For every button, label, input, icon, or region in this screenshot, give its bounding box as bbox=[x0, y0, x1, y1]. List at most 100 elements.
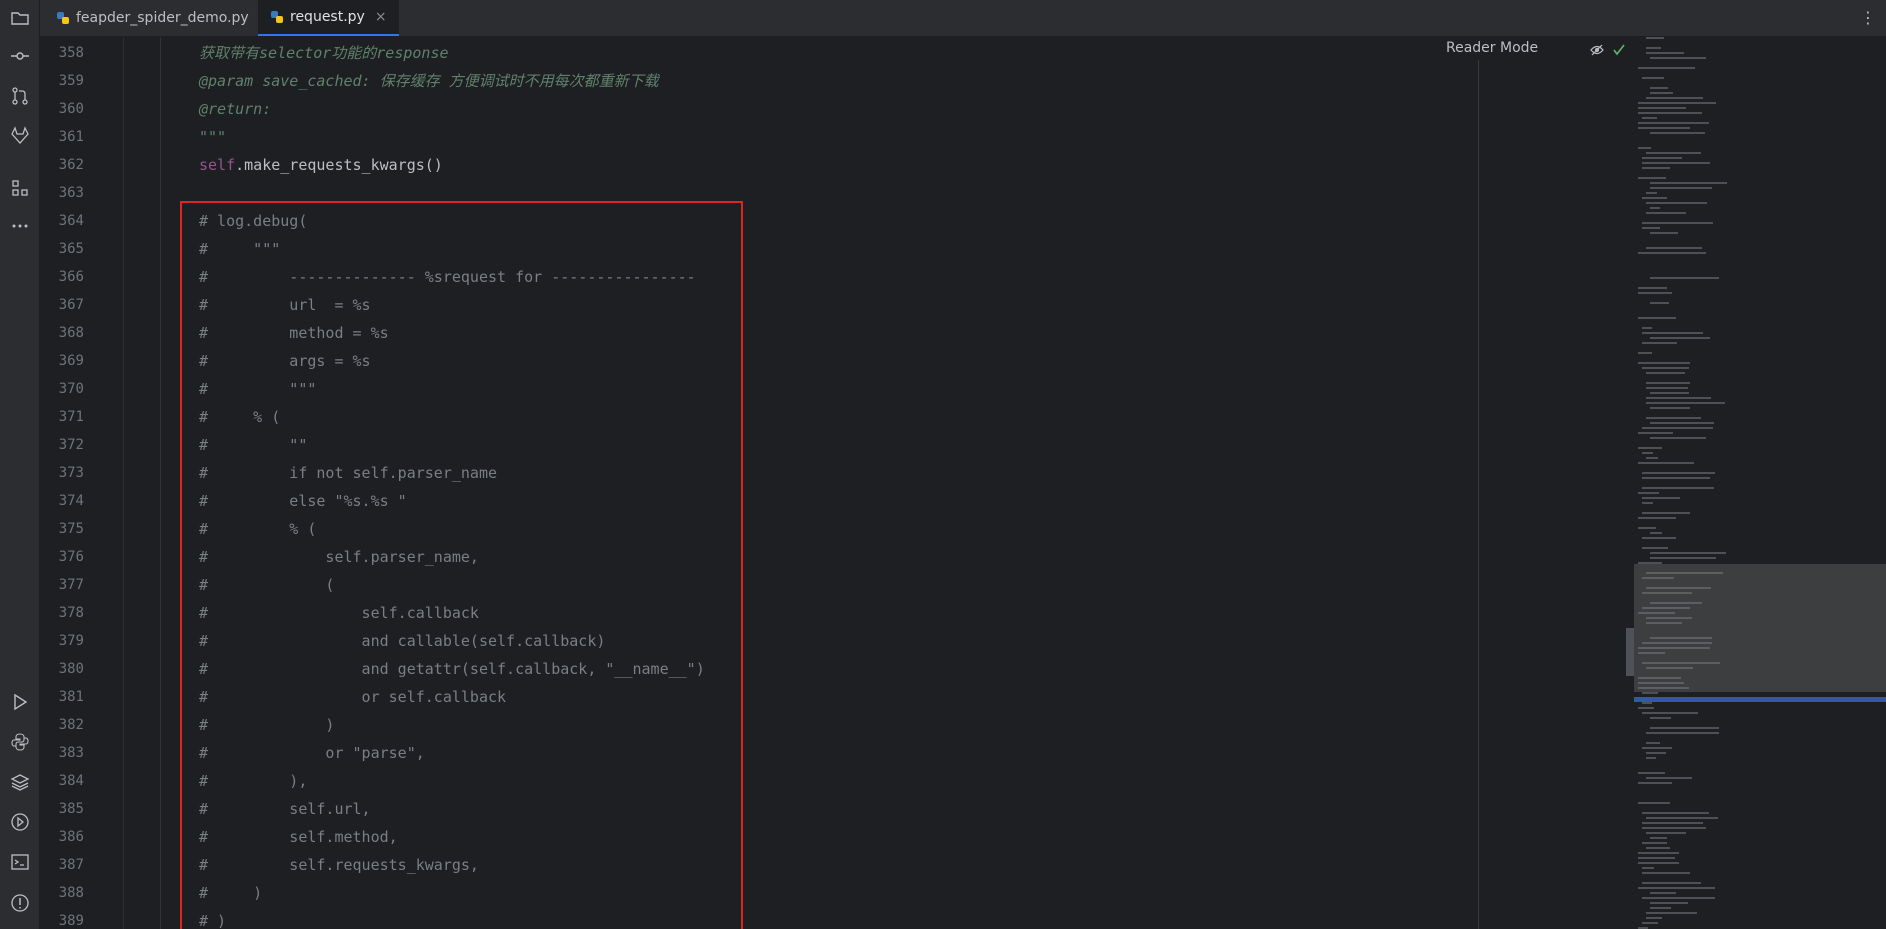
line-number: 378 bbox=[58, 605, 84, 621]
minimap-row bbox=[1638, 492, 1659, 494]
code-token: 获取带有 bbox=[199, 44, 260, 62]
minimap-row bbox=[1650, 552, 1726, 554]
minimap-row bbox=[1646, 757, 1656, 759]
code-line[interactable]: 359 @param save_cached: 保存缓存 方便调试时不用每次都重新… bbox=[40, 67, 1480, 95]
line-number: 366 bbox=[58, 269, 84, 285]
problems-icon[interactable] bbox=[8, 891, 32, 915]
minimap[interactable] bbox=[1634, 37, 1886, 929]
line-number: 369 bbox=[58, 353, 84, 369]
line-number: 386 bbox=[58, 829, 84, 845]
minimap-row bbox=[1638, 127, 1690, 129]
minimap-row bbox=[1638, 362, 1690, 364]
run-icon[interactable] bbox=[8, 690, 32, 714]
minimap-row bbox=[1642, 547, 1668, 549]
more-options-icon[interactable]: ⋮ bbox=[1860, 8, 1876, 27]
minimap-row bbox=[1650, 337, 1710, 339]
code-line[interactable]: 358 获取带有selector功能的response bbox=[40, 39, 1480, 67]
minimap-row bbox=[1642, 367, 1689, 369]
code-line[interactable]: 362 self.make_requests_kwargs() bbox=[40, 151, 1480, 179]
folder-icon[interactable] bbox=[8, 6, 32, 30]
inspection-widget[interactable] bbox=[1590, 43, 1626, 57]
code-token: response bbox=[376, 44, 449, 62]
services-icon[interactable] bbox=[8, 810, 32, 834]
minimap-row bbox=[1642, 487, 1714, 489]
minimap-row bbox=[1642, 842, 1667, 844]
minimap-row bbox=[1642, 827, 1706, 829]
minimap-row bbox=[1638, 67, 1695, 69]
minimap-row bbox=[1642, 117, 1657, 119]
minimap-row bbox=[1642, 167, 1670, 169]
line-number: 381 bbox=[58, 689, 84, 705]
minimap-row bbox=[1646, 97, 1703, 99]
structure-icon[interactable] bbox=[8, 176, 32, 200]
minimap-row bbox=[1646, 372, 1685, 374]
minimap-row bbox=[1638, 887, 1715, 889]
scrollbar-thumb[interactable] bbox=[1626, 628, 1634, 676]
tab-feapder-spider-demo[interactable]: feapder_spider_demo.py bbox=[44, 0, 261, 36]
minimap-row bbox=[1638, 352, 1652, 354]
minimap-row bbox=[1642, 747, 1672, 749]
minimap-row bbox=[1638, 707, 1654, 709]
pull-request-icon[interactable] bbox=[8, 84, 32, 108]
minimap-row bbox=[1642, 477, 1710, 479]
minimap-row bbox=[1650, 92, 1673, 94]
more-icon[interactable] bbox=[8, 214, 32, 238]
minimap-row bbox=[1650, 132, 1705, 134]
minimap-row bbox=[1642, 872, 1690, 874]
line-number: 376 bbox=[58, 549, 84, 565]
code-text: @param save_cached: 保存缓存 方便调试时不用每次都重新下载 bbox=[199, 67, 659, 95]
minimap-row bbox=[1646, 47, 1661, 49]
minimap-row bbox=[1638, 802, 1670, 804]
minimap-row bbox=[1646, 52, 1684, 54]
minimap-row bbox=[1638, 147, 1651, 149]
tab-label: feapder_spider_demo.py bbox=[76, 10, 249, 26]
minimap-row bbox=[1638, 857, 1675, 859]
minimap-row bbox=[1650, 727, 1719, 729]
line-number: 387 bbox=[58, 857, 84, 873]
line-number: 361 bbox=[58, 129, 84, 145]
layers-icon[interactable] bbox=[8, 770, 32, 794]
minimap-row bbox=[1650, 57, 1706, 59]
minimap-row bbox=[1642, 882, 1701, 884]
editor-tab-bar: feapder_spider_demo.py request.py × ⋮ bbox=[40, 0, 1886, 37]
code-token: """ bbox=[199, 128, 227, 146]
commit-icon[interactable] bbox=[8, 44, 32, 68]
minimap-row bbox=[1650, 87, 1668, 89]
hide-icon[interactable] bbox=[1590, 43, 1604, 57]
line-number: 370 bbox=[58, 381, 84, 397]
close-icon[interactable]: × bbox=[375, 9, 387, 25]
line-number: 359 bbox=[58, 73, 84, 89]
minimap-viewport[interactable] bbox=[1634, 564, 1886, 692]
line-number: 364 bbox=[58, 213, 84, 229]
line-number: 380 bbox=[58, 661, 84, 677]
minimap-row bbox=[1642, 162, 1710, 164]
minimap-row bbox=[1642, 822, 1703, 824]
minimap-row bbox=[1646, 402, 1725, 404]
line-number: 385 bbox=[58, 801, 84, 817]
line-number: 377 bbox=[58, 577, 84, 593]
line-number: 373 bbox=[58, 465, 84, 481]
minimap-row bbox=[1638, 112, 1702, 114]
code-editor[interactable]: 358 获取带有selector功能的response 359 @param save… bbox=[40, 37, 1480, 929]
minimap-row bbox=[1650, 437, 1706, 439]
code-line[interactable]: 360 @return: bbox=[40, 95, 1480, 123]
minimap-row bbox=[1650, 907, 1671, 909]
tab-label: request.py bbox=[290, 9, 365, 25]
code-line[interactable]: 361 """ bbox=[40, 123, 1480, 151]
python-icon[interactable] bbox=[8, 730, 32, 754]
minimap-row bbox=[1638, 527, 1656, 529]
reader-mode-toggle[interactable]: Reader Mode bbox=[1446, 40, 1538, 56]
minimap-caret-line bbox=[1634, 697, 1886, 702]
line-number: 389 bbox=[58, 913, 84, 929]
line-number: 379 bbox=[58, 633, 84, 649]
highlight-box bbox=[180, 201, 743, 929]
minimap-row bbox=[1650, 837, 1667, 839]
terminal-icon[interactable] bbox=[8, 850, 32, 874]
minimap-row bbox=[1638, 462, 1694, 464]
minimap-row bbox=[1638, 782, 1672, 784]
minimap-row bbox=[1646, 387, 1688, 389]
tab-request-py[interactable]: request.py × bbox=[258, 0, 399, 36]
minimap-row bbox=[1646, 732, 1719, 734]
minimap-row bbox=[1646, 152, 1701, 154]
gitlab-icon[interactable] bbox=[8, 124, 32, 148]
